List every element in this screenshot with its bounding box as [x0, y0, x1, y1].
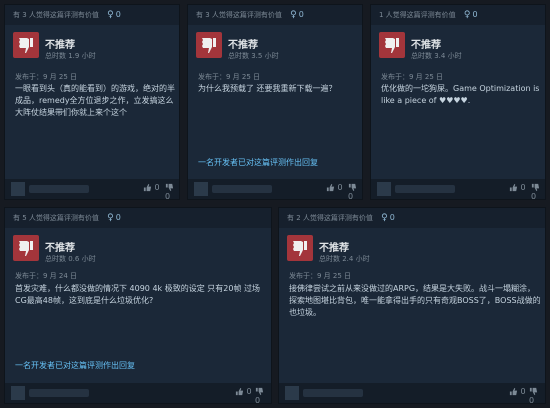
author-name[interactable] [29, 185, 89, 193]
vote-up-button[interactable]: 0 [509, 183, 526, 192]
vote-up-button[interactable]: 0 [143, 183, 160, 192]
helpful-bar: 有 3 人觉得这篇评测有价值 ♀ 0 [5, 5, 179, 25]
vote-up-button[interactable]: 0 [326, 183, 343, 192]
avatar[interactable] [11, 386, 25, 400]
review-footer: 0 0 [371, 179, 545, 199]
thumbs-up-icon [235, 387, 244, 396]
review-body: 首发灾难，什么都没做的情况下 4090 4k 极致的设定 只有20帧 过场CG最… [15, 284, 260, 305]
verdict-label: 不推荐 [319, 243, 349, 254]
vote-down-button[interactable]: 0 [529, 387, 545, 403]
review-footer: 0 0 [188, 179, 362, 199]
review-body: 接佛律尝试之前从来没做过的ARPG，结果是大失败。战斗一塌糊涂，探索地图堪比背包… [289, 284, 541, 317]
award-icon[interactable]: ♀ [464, 5, 471, 25]
thumbs-up-icon [326, 183, 335, 192]
award-icon[interactable]: ♀ [107, 208, 114, 228]
helpful-text: 1 人觉得这篇评测有价值 [379, 11, 456, 19]
verdict-label: 不推荐 [45, 40, 75, 51]
vote-down-button[interactable]: 0 [531, 183, 545, 199]
thumbs-down-icon [379, 32, 405, 58]
thumbs-down-icon [196, 32, 222, 58]
author-name[interactable] [212, 185, 272, 193]
avatar[interactable] [194, 182, 208, 196]
thumbs-down-icon [287, 235, 313, 261]
playtime: 总时数 2.4 小时 [319, 255, 370, 263]
review-footer: 0 0 [279, 383, 545, 403]
review-footer: 0 0 [5, 179, 179, 199]
thumbs-down-icon [13, 32, 39, 58]
verdict-label: 不推荐 [45, 243, 75, 254]
thumbs-up-icon [143, 183, 152, 192]
author-name[interactable] [29, 389, 89, 397]
award-count: 0 [298, 10, 304, 19]
playtime: 总时数 3.4 小时 [411, 52, 462, 60]
helpful-bar: 有 3 人觉得这篇评测有价值 ♀ 0 [188, 5, 362, 25]
vote-up-button[interactable]: 0 [235, 387, 252, 396]
award-icon[interactable]: ♀ [381, 208, 388, 228]
award-count: 0 [472, 10, 478, 19]
helpful-text: 有 5 人觉得这篇评测有价值 [13, 214, 99, 222]
playtime: 总时数 0.6 小时 [45, 255, 96, 263]
award-icon[interactable]: ♀ [290, 5, 297, 25]
posted-date: 发布于：9 月 24 日 [15, 272, 78, 280]
vote-down-button[interactable]: 0 [255, 387, 271, 403]
thumbs-down-icon [13, 235, 39, 261]
avatar[interactable] [11, 182, 25, 196]
verdict-label: 不推荐 [411, 40, 441, 51]
helpful-text: 有 3 人觉得这篇评测有价值 [13, 11, 99, 19]
author-name[interactable] [395, 185, 455, 193]
review-card: 有 3 人觉得这篇评测有价值 ♀ 0 不推荐 总时数 1.9 小时 发布于：9 月… [4, 4, 180, 200]
author-name[interactable] [303, 389, 363, 397]
review-body: 为什么我预载了 还要我重新下载一遍？ [198, 84, 337, 93]
developer-reply-link[interactable]: 一名开发者已对这篇评测作出回复 [15, 360, 135, 371]
thumbs-down-small-icon [531, 183, 540, 192]
award-count: 0 [115, 213, 121, 222]
vote-up-button[interactable]: 0 [509, 387, 526, 396]
avatar[interactable] [285, 386, 299, 400]
thumbs-down-small-icon [348, 183, 357, 192]
vote-down-button[interactable]: 0 [348, 183, 362, 199]
thumbs-up-icon [509, 387, 518, 396]
verdict-label: 不推荐 [228, 40, 258, 51]
thumbs-down-small-icon [255, 387, 264, 396]
award-icon[interactable]: ♀ [107, 5, 114, 25]
review-card: 1 人觉得这篇评测有价值 ♀ 0 不推荐 总时数 3.4 小时 发布于：9 月 2… [370, 4, 546, 200]
award-count: 0 [389, 213, 395, 222]
helpful-bar: 有 5 人觉得这篇评测有价值 ♀ 0 [5, 208, 271, 228]
playtime: 总时数 3.5 小时 [228, 52, 279, 60]
review-card: 有 2 人觉得这篇评测有价值 ♀ 0 不推荐 总时数 2.4 小时 发布于：9 月… [278, 207, 546, 404]
review-card: 有 3 人觉得这篇评测有价值 ♀ 0 不推荐 总时数 3.5 小时 发布于：9 月… [187, 4, 363, 200]
review-card: 有 5 人觉得这篇评测有价值 ♀ 0 不推荐 总时数 0.6 小时 发布于：9 月… [4, 207, 272, 404]
developer-reply-link[interactable]: 一名开发者已对这篇评测作出回复 [198, 157, 318, 168]
thumbs-up-icon [509, 183, 518, 192]
posted-date: 发布于：9 月 25 日 [381, 73, 444, 81]
review-footer: 0 0 [5, 383, 271, 403]
award-count: 0 [115, 10, 121, 19]
posted-date: 发布于：9 月 25 日 [15, 73, 78, 81]
playtime: 总时数 1.9 小时 [45, 52, 96, 60]
posted-date: 发布于：9 月 25 日 [289, 272, 352, 280]
posted-date: 发布于：9 月 25 日 [198, 73, 261, 81]
thumbs-down-small-icon [529, 387, 538, 396]
helpful-bar: 1 人觉得这篇评测有价值 ♀ 0 [371, 5, 545, 25]
review-body: 一眼看到头（真的能看到）的游戏，绝对的半成品，remedy全方位退步之作，立发搞… [15, 84, 175, 117]
helpful-text: 有 2 人觉得这篇评测有价值 [287, 214, 373, 222]
thumbs-down-small-icon [165, 183, 174, 192]
review-body: 优化做的一坨狗屎。Game Optimization is like a pie… [381, 84, 540, 105]
vote-down-button[interactable]: 0 [165, 183, 179, 199]
avatar[interactable] [377, 182, 391, 196]
helpful-bar: 有 2 人觉得这篇评测有价值 ♀ 0 [279, 208, 545, 228]
helpful-text: 有 3 人觉得这篇评测有价值 [196, 11, 282, 19]
